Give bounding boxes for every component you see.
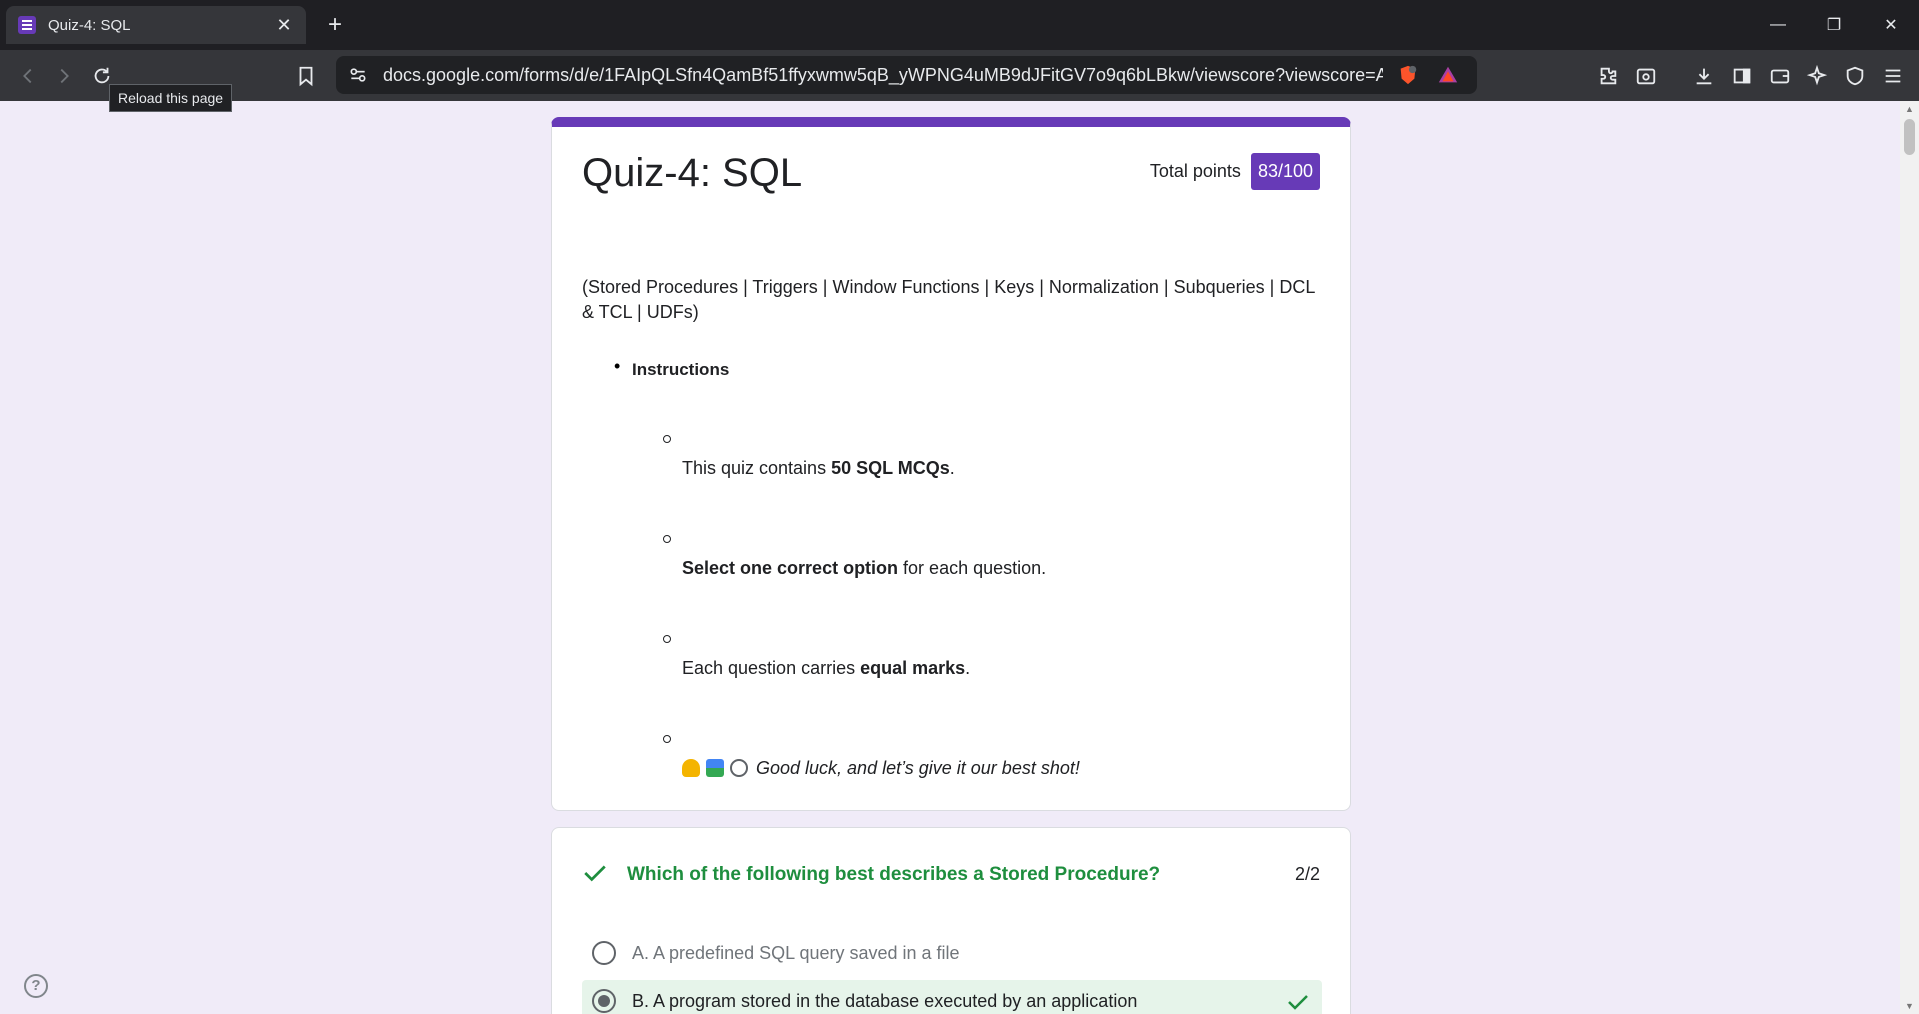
- reload-tooltip: Reload this page: [109, 84, 233, 112]
- instruction-text: This quiz contains: [682, 458, 832, 478]
- instruction-emphasis: Select one correct option: [682, 558, 899, 578]
- address-bar[interactable]: docs.google.com/forms/d/e/1FAIpQLSfn4Qam…: [336, 56, 1477, 94]
- forward-icon[interactable]: [48, 60, 80, 92]
- correct-answer-check-icon: [1288, 995, 1308, 1010]
- minimize-button[interactable]: —: [1750, 0, 1806, 50]
- back-icon[interactable]: [12, 60, 44, 92]
- score-badge: 83/100: [1250, 153, 1320, 190]
- form-header-card: Quiz-4: SQL Total points 83/100 (Stored …: [551, 117, 1351, 811]
- emoji-group: [682, 759, 748, 777]
- brave-shield-icon[interactable]: [1396, 63, 1420, 87]
- vpn-icon[interactable]: [1839, 60, 1871, 92]
- question-card: Which of the following best describes a …: [551, 827, 1351, 1014]
- bookmark-icon[interactable]: [290, 60, 322, 92]
- brave-rewards-icon[interactable]: [1436, 63, 1460, 87]
- option-label: A. A predefined SQL query saved in a fil…: [632, 942, 960, 963]
- browser-toolbar: docs.google.com/forms/d/e/1FAIpQLSfn4Qam…: [0, 50, 1919, 101]
- scrollbar[interactable]: ▲ ▼: [1900, 101, 1919, 1014]
- search-tabs-icon[interactable]: [1630, 60, 1662, 92]
- sidebar-icon[interactable]: [1726, 60, 1758, 92]
- close-window-button[interactable]: ✕: [1863, 0, 1919, 50]
- radio-button-selected[interactable]: [592, 989, 616, 1013]
- sub-bullet-icon: [663, 735, 671, 743]
- scroll-down-icon[interactable]: ▼: [1904, 1001, 1915, 1011]
- instructions-heading: Instructions: [632, 360, 730, 379]
- correct-check-icon: [584, 865, 606, 882]
- bullet-icon: •: [614, 356, 621, 376]
- form-description: (Stored Procedures | Triggers | Window F…: [582, 277, 1315, 322]
- books-icon: [706, 759, 724, 777]
- browser-tab[interactable]: Quiz-4: SQL ✕: [6, 6, 306, 44]
- sub-bullet-icon: [663, 535, 671, 543]
- tab-title: Quiz-4: SQL: [48, 16, 131, 34]
- option-label: B. A program stored in the database exec…: [632, 990, 1138, 1011]
- scroll-thumb[interactable]: [1904, 119, 1915, 155]
- sub-bullet-icon: [663, 635, 671, 643]
- closing-text: Good luck, and let’s give it our best sh…: [756, 758, 1080, 778]
- question-points: 2/2: [1294, 864, 1320, 884]
- closing-line: Good luck, and let’s give it our best sh…: [682, 758, 1080, 779]
- instruction-item: Each question carries equal marks.: [682, 658, 970, 679]
- scroll-up-icon[interactable]: ▲: [1904, 104, 1915, 114]
- flexed-biceps-icon: [682, 759, 700, 777]
- total-points: Total points 83/100: [1150, 153, 1320, 190]
- instruction-item: Select one correct option for each quest…: [682, 558, 1046, 579]
- download-icon[interactable]: [1688, 60, 1720, 92]
- option-a[interactable]: A. A predefined SQL query saved in a fil…: [582, 932, 1322, 974]
- restore-button[interactable]: ❐: [1806, 0, 1862, 50]
- new-tab-button[interactable]: +: [320, 10, 350, 40]
- instruction-text: .: [949, 458, 955, 478]
- site-settings-icon[interactable]: [346, 63, 370, 87]
- instruction-text: .: [965, 658, 971, 678]
- close-tab-icon[interactable]: ✕: [274, 15, 294, 36]
- clock-icon: [730, 759, 748, 777]
- total-points-label: Total points: [1149, 161, 1241, 181]
- question-title: Which of the following best describes a …: [627, 864, 1161, 885]
- url-text[interactable]: docs.google.com/forms/d/e/1FAIpQLSfn4Qam…: [383, 56, 1383, 94]
- tab-bar: Quiz-4: SQL ✕ + — ❐ ✕: [0, 0, 1919, 50]
- instruction-emphasis: equal marks: [860, 658, 966, 678]
- google-forms-icon: [18, 16, 36, 34]
- instruction-item: This quiz contains 50 SQL MCQs.: [682, 458, 955, 479]
- menu-icon[interactable]: [1877, 60, 1909, 92]
- form-page: Quiz-4: SQL Total points 83/100 (Stored …: [0, 101, 1900, 1014]
- option-b[interactable]: B. A program stored in the database exec…: [582, 980, 1322, 1014]
- leo-ai-icon[interactable]: [1801, 60, 1833, 92]
- instruction-emphasis: 50 SQL MCQs: [831, 458, 950, 478]
- form-title: Quiz-4: SQL: [582, 151, 803, 195]
- sub-bullet-icon: [663, 435, 671, 443]
- radio-button[interactable]: [592, 941, 616, 965]
- instruction-text: for each question.: [898, 558, 1047, 578]
- help-icon[interactable]: ?: [24, 974, 48, 998]
- instruction-text: Each question carries: [682, 658, 861, 678]
- extensions-icon[interactable]: [1592, 60, 1624, 92]
- wallet-icon[interactable]: [1764, 60, 1796, 92]
